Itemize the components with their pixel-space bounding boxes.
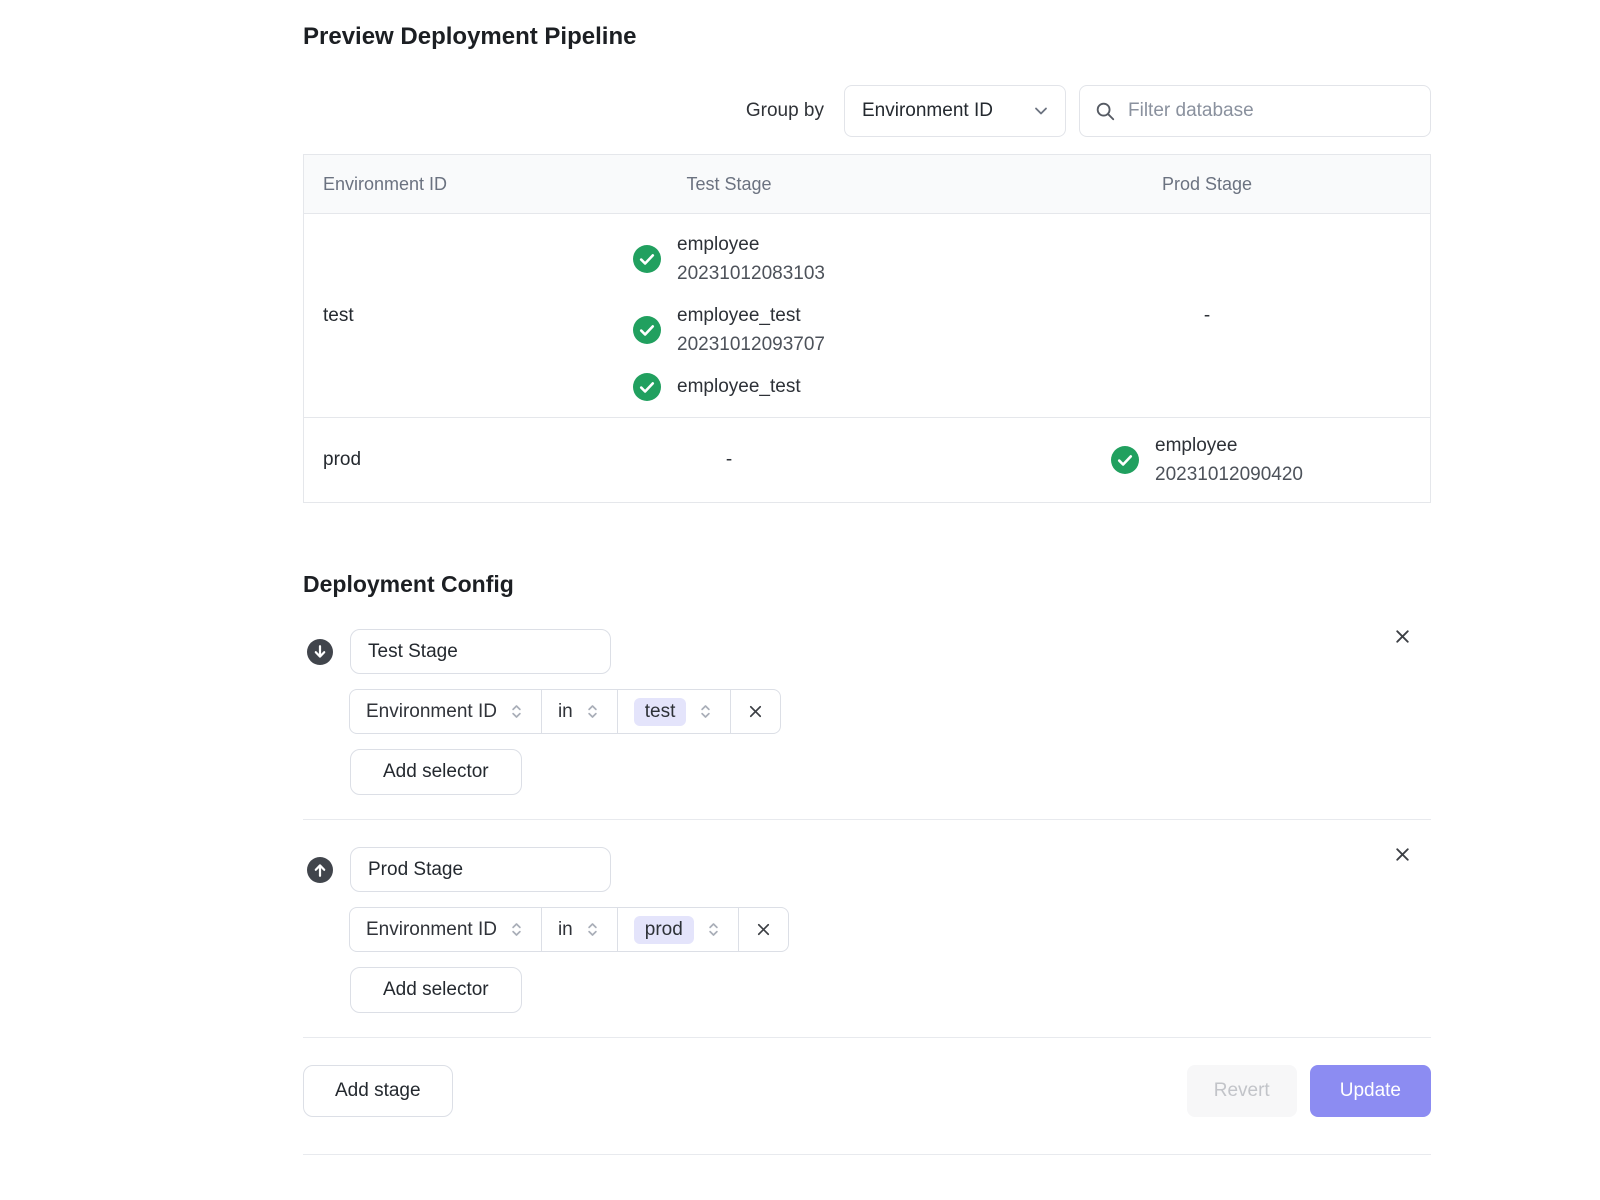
check-circle-icon	[633, 373, 661, 401]
column-header-prod-stage: Prod Stage	[984, 174, 1430, 195]
close-icon	[746, 702, 765, 721]
test-stage-cell: -	[474, 449, 984, 471]
database-name: employee_test	[677, 372, 801, 401]
empty-indicator: -	[726, 449, 732, 471]
selector-group: Environment ID in prod	[349, 907, 789, 952]
divider	[303, 1037, 1431, 1038]
deployed-database-item: employee 20231012083103	[633, 230, 825, 288]
selector-key-select[interactable]: Environment ID	[350, 908, 541, 951]
toolbar: Group by Environment ID	[303, 85, 1431, 137]
deployed-database-item: employee 20231012090420	[1111, 431, 1303, 489]
selector-value-select[interactable]: test	[617, 690, 731, 733]
stage-name-input[interactable]	[350, 629, 611, 674]
check-circle-icon	[633, 245, 661, 273]
remove-stage-button[interactable]	[1390, 624, 1415, 649]
pipeline-table-header: Environment ID Test Stage Prod Stage	[304, 155, 1430, 213]
table-row: test employee 20231012083103	[304, 213, 1430, 417]
close-icon	[1392, 635, 1413, 650]
database-version: 20231012083103	[677, 259, 825, 288]
database-name: employee	[1155, 431, 1303, 460]
deployed-database-item: employee_test 20231012093707	[633, 301, 825, 359]
stage-config-prod: Environment ID in prod	[303, 847, 1431, 1013]
remove-selector-button[interactable]	[738, 908, 788, 951]
add-stage-button[interactable]: Add stage	[303, 1065, 453, 1117]
close-icon	[754, 920, 773, 939]
group-by-select[interactable]: Environment ID	[844, 85, 1066, 137]
chevrons-up-down-icon	[584, 703, 601, 720]
selector-operator-select[interactable]: in	[541, 908, 617, 951]
add-selector-button[interactable]: Add selector	[350, 967, 522, 1013]
group-by-label: Group by	[746, 100, 824, 122]
chevrons-up-down-icon	[508, 921, 525, 938]
close-icon	[1392, 853, 1413, 868]
prod-stage-cell: employee 20231012090420	[984, 431, 1430, 489]
stage-name-input[interactable]	[350, 847, 611, 892]
column-header-environment-id: Environment ID	[304, 174, 474, 195]
chevrons-up-down-icon	[697, 703, 714, 720]
prod-stage-cell: -	[984, 305, 1430, 327]
divider	[303, 1154, 1431, 1155]
selector-key-select[interactable]: Environment ID	[350, 690, 541, 733]
chevron-down-icon	[1031, 101, 1051, 121]
selector-group: Environment ID in test	[349, 689, 781, 734]
deployment-config-heading: Deployment Config	[303, 569, 1431, 599]
stage-config-test: Environment ID in test	[303, 629, 1431, 795]
remove-stage-button[interactable]	[1390, 842, 1415, 867]
chevrons-up-down-icon	[705, 921, 722, 938]
divider	[303, 819, 1431, 820]
filter-database-field	[1079, 85, 1431, 137]
config-footer: Add stage Revert Update	[303, 1065, 1431, 1117]
empty-indicator: -	[1204, 305, 1210, 327]
database-version: 20231012090420	[1155, 460, 1303, 489]
test-stage-cell: employee 20231012083103 employee_test 20…	[474, 230, 984, 401]
deployed-database-item: employee_test	[633, 372, 801, 401]
add-selector-button[interactable]: Add selector	[350, 749, 522, 795]
selector-key-value: Environment ID	[366, 701, 497, 723]
search-icon	[1094, 100, 1116, 122]
table-row: prod - employee 20231012090420	[304, 417, 1430, 502]
column-header-test-stage: Test Stage	[474, 174, 984, 195]
selector-value-select[interactable]: prod	[617, 908, 738, 951]
page-title: Preview Deployment Pipeline	[303, 22, 1431, 52]
group-by-selected-value: Environment ID	[862, 100, 993, 122]
arrow-up-circle-icon[interactable]	[307, 857, 333, 883]
selector-value-tag: test	[634, 698, 687, 726]
selector-operator-select[interactable]: in	[541, 690, 617, 733]
check-circle-icon	[633, 316, 661, 344]
database-name: employee_test	[677, 301, 825, 330]
chevrons-up-down-icon	[584, 921, 601, 938]
update-button[interactable]: Update	[1310, 1065, 1431, 1117]
database-name: employee	[677, 230, 825, 259]
selector-value-tag: prod	[634, 916, 694, 944]
environment-cell: test	[304, 305, 474, 327]
deployment-pipeline-page: Preview Deployment Pipeline Group by Env…	[303, 0, 1431, 1155]
selector-operator-value: in	[558, 701, 573, 723]
remove-selector-button[interactable]	[730, 690, 780, 733]
database-version: 20231012093707	[677, 330, 825, 359]
pipeline-table: Environment ID Test Stage Prod Stage tes…	[303, 154, 1431, 503]
arrow-down-circle-icon[interactable]	[307, 639, 333, 665]
check-circle-icon	[1111, 446, 1139, 474]
selector-operator-value: in	[558, 919, 573, 941]
filter-database-input[interactable]	[1126, 99, 1416, 123]
environment-cell: prod	[304, 449, 474, 471]
chevrons-up-down-icon	[508, 703, 525, 720]
selector-key-value: Environment ID	[366, 919, 497, 941]
revert-button[interactable]: Revert	[1187, 1065, 1297, 1117]
